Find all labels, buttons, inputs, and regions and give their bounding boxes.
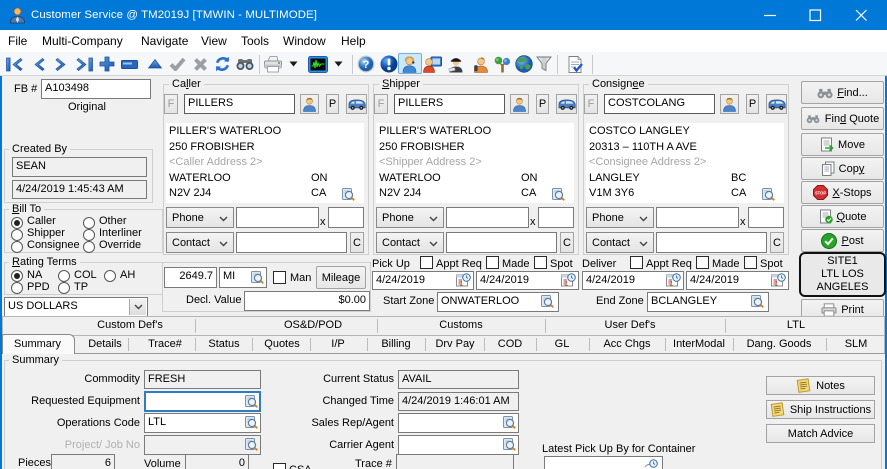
svg-text:1: 1 xyxy=(565,281,569,288)
svg-text:?: ? xyxy=(363,59,370,71)
svg-text:1: 1 xyxy=(460,281,464,288)
svg-text:1: 1 xyxy=(775,281,779,288)
svg-text:STOP: STOP xyxy=(815,191,827,196)
svg-text:1: 1 xyxy=(670,281,674,288)
